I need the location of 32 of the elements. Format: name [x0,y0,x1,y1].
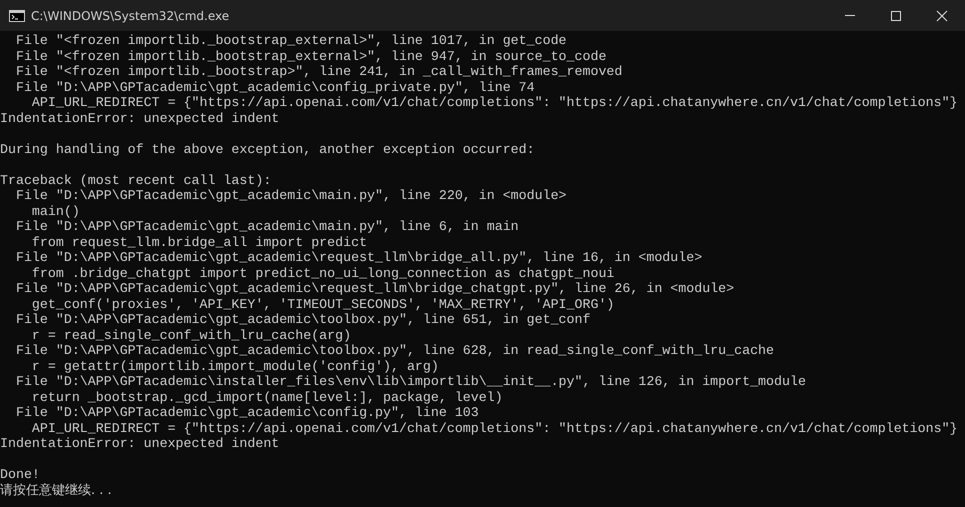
window-title: C:\WINDOWS\System32\cmd.exe [31,8,230,22]
console-line: API_URL_REDIRECT = {"https://api.openai.com/v1/chat/completions": "https://api.chatanywhere.cn/v1/chat/completions"} [30,95,958,110]
close-icon [936,10,948,22]
console-line: API_URL_REDIRECT = {"https://api.openai.com/v1/chat/completions": "https://api.chatanywhere.cn/v1/chat/completions"} [30,420,958,436]
terminal-icon [9,10,25,22]
console-line: File "D:\APP\GPTacademic\installer_files\env\lib\importlib\__init__.py", line 126, in import_module [14,374,806,389]
console-line: During handling of the above exception, another exception occurred: [0,142,535,156]
minimize-icon [845,15,855,16]
console-line: File "<frozen importlib._bootstrap_external>", line 947, in source_to_code [14,48,606,64]
console-line: get_conf('proxies', 'API_KEY', 'TIMEOUT_SECONDS', 'MAX_RETRY', 'API_ORG') [30,296,614,312]
console-line: IndentationError: unexpected indent [0,436,280,451]
console-line: File "D:\APP\GPTacademic\gpt_academic\config_private.py", line 74 [14,80,535,94]
console-line: File "D:\APP\GPTacademic\gpt_academic\config.py", line 103 [14,405,479,420]
console-line: File "D:\APP\GPTacademic\gpt_academic\toolbox.py", line 651, in get_conf [14,312,590,327]
console-line: from .bridge_chatgpt import predict_no_ui_long_connection as chatgpt_noui [30,266,614,280]
console-line: File "<frozen importlib._bootstrap>", line 241, in _call_with_frames_removed [14,64,622,79]
console-line: File "<frozen importlib._bootstrap_external>", line 1017, in get_code [14,33,567,48]
console-line: 请按任意键继续. . . [0,482,112,498]
console-line: Traceback (most recent call last): [0,172,272,188]
console-line: r = getattr(importlib.import_module('config'), arg) [30,358,439,374]
console-line: File "D:\APP\GPTacademic\gpt_academic\main.py", line 6, in main [14,219,519,234]
console-line: r = read_single_conf_with_lru_cache(arg) [30,328,352,342]
console-line: File "D:\APP\GPTacademic\gpt_academic\request_llm\bridge_all.py", line 16, in <module> [14,250,702,265]
console-line: File "D:\APP\GPTacademic\gpt_academic\request_llm\bridge_chatgpt.py", line 26, in <module> [14,281,734,296]
console-line: from request_llm.bridge_all import predict [30,234,368,250]
maximize-icon [890,10,902,22]
console-line: File "D:\APP\GPTacademic\gpt_academic\main.py", line 220, in <module> [14,188,567,203]
console-line: IndentationError: unexpected indent [0,110,280,126]
console-line: main() [30,204,80,218]
console-line: Done! [0,467,40,482]
console-line: File "D:\APP\GPTacademic\gpt_academic\toolbox.py", line 628, in read_single_conf_with_lru_cache [14,343,774,358]
console-line: return _bootstrap._gcd_import(name[level:], package, level) [30,390,503,404]
